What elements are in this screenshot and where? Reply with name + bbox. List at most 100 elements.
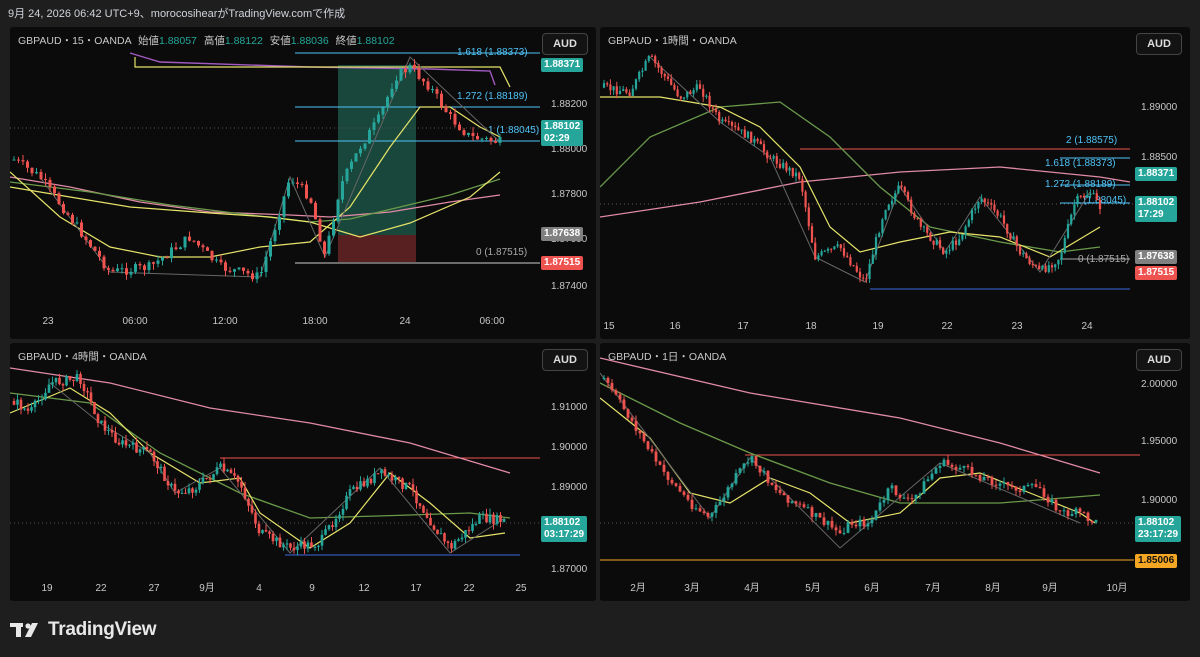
candle-body (1044, 265, 1047, 272)
ma-mid-line (10, 392, 511, 519)
candle-body (878, 502, 882, 511)
candle-body (801, 178, 804, 192)
candle-body (650, 55, 654, 57)
candle-body (499, 515, 502, 523)
symbol-title: GBPAUD・4時間・OANDA (18, 351, 147, 363)
candle-body (727, 121, 730, 123)
candle-body (817, 255, 820, 260)
candle-body (754, 456, 758, 466)
candle-body (255, 272, 259, 280)
candle-body (852, 265, 855, 267)
bar-countdown: 02:29 (544, 133, 570, 144)
candle-body (271, 533, 275, 542)
candle-body (341, 509, 345, 515)
candle-body (111, 269, 115, 272)
candle-body (870, 519, 874, 524)
candle-body (314, 202, 317, 220)
candle-body (89, 392, 93, 403)
time-axis-tick: 27 (148, 583, 160, 594)
candle-body (618, 90, 622, 95)
candle-body (12, 401, 16, 405)
candle-body (224, 262, 227, 271)
candle-body (1054, 499, 1058, 511)
price-axis-tick: 1.87800 (551, 189, 588, 200)
candle-body (180, 492, 184, 494)
candle-body (1060, 252, 1063, 260)
candle-body (481, 513, 485, 515)
candle-body (674, 483, 678, 486)
candle-body (39, 172, 43, 179)
candle-body (730, 121, 734, 126)
currency-button[interactable]: AUD (542, 33, 588, 55)
stop-loss-zone (338, 235, 416, 262)
candle-body (26, 161, 29, 168)
chart-panel-15m[interactable]: 1.618 (1.88373) 1.272 (1.88189) 1 (1.88045… (10, 27, 596, 339)
currency-button[interactable]: AUD (542, 349, 588, 371)
candle-body (750, 456, 754, 463)
price-chart-15m[interactable]: 1.618 (1.88373)1.272 (1.88189)1 (1.88045… (10, 27, 596, 339)
time-axis-tick: 8月 (985, 582, 1001, 594)
chart-panel-1d[interactable]: 2.00000 1.95000 1.90000 2月 3月 4月 5月 6月 7月 8月 9月 10月… (600, 343, 1190, 601)
candle-body (646, 441, 650, 450)
price-chart-1h[interactable]: 2 (1.88575) 1.618 (1.88373) 1.272 (1.88189… (600, 27, 1190, 339)
candle-body (285, 543, 289, 545)
bar-countdown: 23:17:29 (1138, 529, 1179, 540)
candle-body (662, 464, 666, 472)
candle-body (1063, 238, 1066, 253)
candle-body (922, 226, 926, 228)
candle-body (495, 515, 499, 524)
candle-body (738, 468, 742, 473)
candle-body (974, 474, 978, 476)
candle-body (309, 198, 313, 203)
candle-body (1034, 484, 1038, 487)
current-price: 1.88102 (1138, 517, 1175, 528)
candle-body (881, 219, 884, 234)
candle-body (394, 476, 397, 481)
candle-body (143, 265, 146, 271)
fib-label: 1.272 (1.88189) (1045, 179, 1116, 190)
candle-body (201, 477, 205, 484)
tradingview-footer[interactable]: TradingView (10, 618, 157, 642)
candle-body (868, 263, 871, 280)
zigzag-line (49, 382, 506, 554)
candle-body (718, 112, 721, 122)
candle-body (834, 527, 838, 531)
candle-body (946, 459, 950, 465)
candle-body (48, 179, 52, 187)
candle-body (993, 204, 996, 211)
candle-body (670, 479, 674, 484)
price-chart-4h[interactable]: 1.91000 1.90000 1.89000 1.87000 19 22 27 9月 4 9 12… (10, 343, 596, 601)
candle-body (753, 138, 756, 143)
candle-body (746, 131, 750, 138)
time-axis-tick: 25 (515, 583, 527, 594)
candle-body (163, 466, 166, 482)
candle-body (710, 512, 714, 517)
candle-body (435, 89, 439, 94)
time-axis-tick: 06:00 (479, 316, 504, 327)
candle-body (977, 201, 980, 209)
time-axis-tick: 06:00 (122, 316, 147, 327)
candle-body (630, 417, 634, 421)
candle-body (1058, 510, 1062, 512)
candle-body (644, 61, 647, 71)
candle-body (1030, 484, 1034, 486)
candle-body (602, 377, 606, 379)
candle-body (874, 510, 878, 520)
candle-body (618, 394, 622, 400)
candle-body (1041, 265, 1044, 270)
candle-body (878, 233, 881, 238)
candle-body (890, 200, 894, 205)
candle-body (282, 544, 285, 548)
chart-panel-4h[interactable]: 1.91000 1.90000 1.89000 1.87000 19 22 27 9月 4 9 12… (10, 343, 596, 601)
chart-panel-1h[interactable]: 2 (1.88575) 1.618 (1.88373) 1.272 (1.88189… (600, 27, 1190, 339)
candle-body (1095, 193, 1098, 201)
ma-fast-line (600, 397, 1096, 524)
candle-body (807, 207, 810, 227)
candle-body (273, 229, 277, 242)
currency-button[interactable]: AUD (1136, 349, 1182, 371)
candle-body (320, 534, 324, 546)
currency-button[interactable]: AUD (1136, 33, 1182, 55)
current-price: 1.88102 (1138, 197, 1175, 208)
price-chart-1d[interactable]: 2.00000 1.95000 1.90000 2月 3月 4月 5月 6月 7月 8月 9月 10月 (600, 343, 1190, 601)
candle-body (714, 108, 718, 113)
